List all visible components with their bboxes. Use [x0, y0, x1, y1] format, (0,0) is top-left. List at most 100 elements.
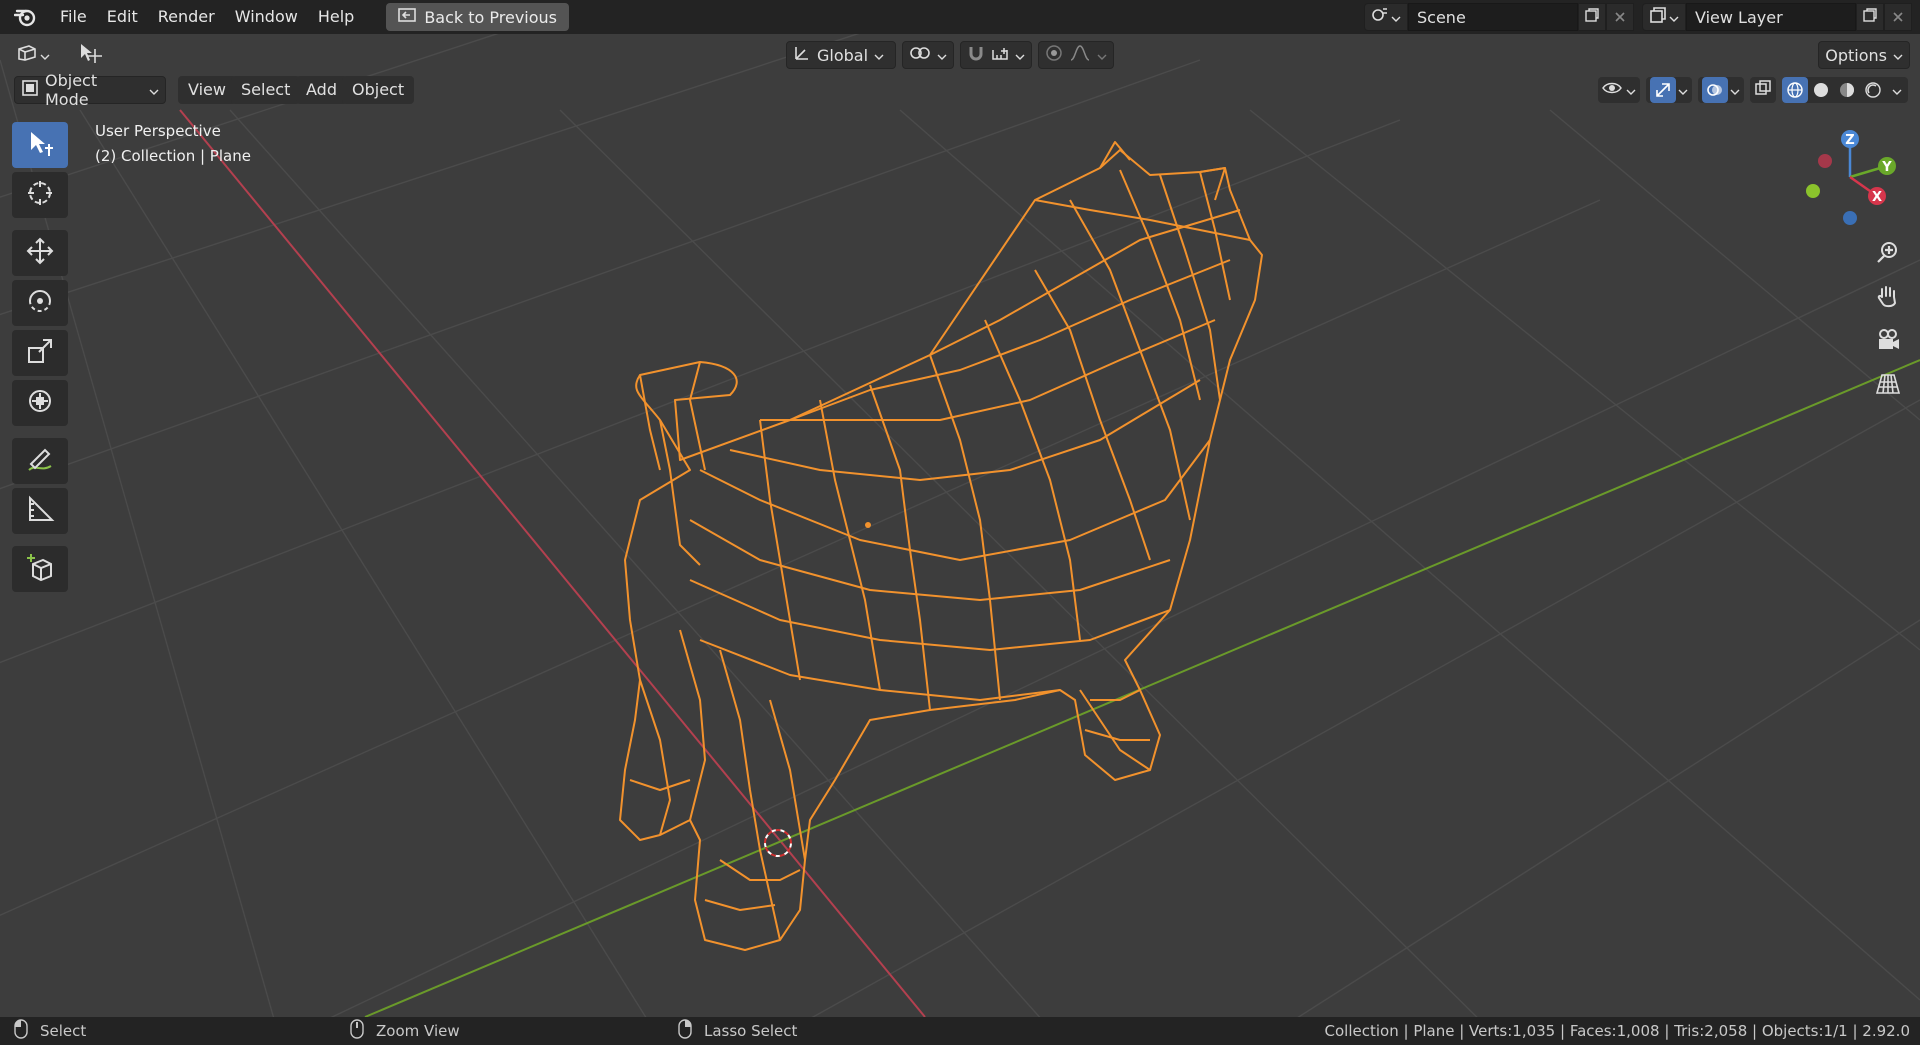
close-icon: [1614, 8, 1626, 27]
object-gizmo-toggle[interactable]: [72, 42, 108, 68]
scale-icon: [25, 336, 55, 370]
scene-browse-button[interactable]: [1364, 3, 1408, 31]
mode-label: Object Mode: [45, 71, 98, 109]
overlays-toggle[interactable]: [1698, 77, 1744, 103]
menu-object[interactable]: Object: [342, 76, 415, 104]
chevron-down-icon: [937, 46, 947, 65]
scene-name-field[interactable]: Scene: [1408, 3, 1578, 31]
neg-y-axis-dot[interactable]: [1806, 184, 1820, 198]
camera-view-button[interactable]: [1870, 324, 1906, 360]
view-layer-selector: View Layer: [1642, 3, 1912, 31]
hand-icon: [1875, 283, 1901, 313]
mouse-left-icon: [14, 1019, 28, 1043]
chevron-down-icon: [1391, 8, 1401, 27]
z-axis-label: Z: [1845, 133, 1854, 148]
xray-toggle[interactable]: [1750, 77, 1776, 103]
chevron-down-icon: [1015, 46, 1025, 65]
selectability-visibility-dropdown[interactable]: [1598, 77, 1640, 103]
annotate-pencil-icon: [25, 444, 55, 478]
status-lasso-label: Lasso Select: [704, 1022, 798, 1040]
blender-logo-icon[interactable]: [0, 0, 50, 34]
menu-file[interactable]: File: [50, 0, 97, 34]
gizmo-icon: [1650, 77, 1676, 103]
back-to-previous-button[interactable]: Back to Previous: [386, 3, 570, 31]
viewport-header: Object Mode View Select Add Object: [0, 71, 1920, 109]
tool-scale[interactable]: [12, 330, 68, 376]
chevron-down-icon: [1669, 8, 1679, 27]
viewport-display-controls: [1598, 76, 1908, 104]
scene-icon: [1371, 6, 1389, 28]
menu-select[interactable]: Select: [231, 76, 301, 104]
tool-annotate[interactable]: [12, 438, 68, 484]
move-icon: [25, 236, 55, 270]
object-origin: [865, 522, 871, 528]
zoom-icon: [1875, 239, 1901, 269]
editor-type-selector[interactable]: [10, 42, 56, 68]
view-layer-name-field[interactable]: View Layer: [1686, 3, 1856, 31]
proportional-editing-icon: [1045, 44, 1063, 66]
delete-scene-button[interactable]: [1606, 3, 1634, 31]
wireframe-shading-icon[interactable]: [1782, 77, 1808, 103]
select-box-icon: [25, 128, 55, 162]
status-left-action: Select: [14, 1017, 86, 1045]
chevron-down-icon[interactable]: [1886, 81, 1908, 100]
chevron-down-icon: [40, 46, 50, 65]
tool-rotate[interactable]: [12, 280, 68, 326]
options-dropdown[interactable]: Options: [1818, 41, 1910, 69]
proportional-editing-group[interactable]: [1038, 41, 1114, 69]
toggle-projection-button[interactable]: [1870, 368, 1906, 404]
view-layer-browse-button[interactable]: [1642, 3, 1686, 31]
navigation-gizmo[interactable]: Z Y X: [1800, 122, 1920, 232]
zoom-view-button[interactable]: [1870, 236, 1906, 272]
camera-icon: [1875, 327, 1901, 357]
shading-mode-group: [1782, 77, 1908, 103]
menu-help[interactable]: Help: [308, 0, 364, 34]
tool-add-cube[interactable]: [12, 546, 68, 592]
material-preview-icon[interactable]: [1834, 77, 1860, 103]
scene-statistics: Collection | Plane | Verts:1,035 | Faces…: [1324, 1022, 1910, 1040]
snap-increment-icon: [991, 44, 1009, 66]
render-layers-icon: [1649, 6, 1667, 28]
overlays-icon: [1702, 77, 1728, 103]
status-right-action: Lasso Select: [678, 1017, 797, 1045]
neg-x-axis-dot[interactable]: [1818, 154, 1832, 168]
mouse-right-icon: [678, 1019, 692, 1043]
menu-window[interactable]: Window: [225, 0, 308, 34]
viewport-canvas[interactable]: [0, 0, 1920, 1045]
snap-toggle-group[interactable]: [960, 41, 1032, 69]
pivot-point-dropdown[interactable]: [902, 41, 954, 69]
transform-settings-group: Global: [786, 41, 1114, 69]
menu-add[interactable]: Add: [296, 76, 347, 104]
tool-cursor[interactable]: [12, 172, 68, 218]
copy-icon: [1862, 7, 1878, 27]
back-icon: [398, 7, 417, 27]
new-view-layer-button[interactable]: [1856, 3, 1884, 31]
neg-z-axis-dot[interactable]: [1843, 211, 1857, 225]
pan-view-button[interactable]: [1870, 280, 1906, 316]
solid-shading-icon[interactable]: [1808, 77, 1834, 103]
new-scene-button[interactable]: [1578, 3, 1606, 31]
gizmo-toggle[interactable]: [1646, 77, 1692, 103]
tool-move[interactable]: [12, 230, 68, 276]
falloff-curve-icon: [1069, 44, 1091, 66]
options-label: Options: [1825, 45, 1887, 65]
add-cube-icon: [25, 552, 55, 586]
3d-viewport-icon: [16, 43, 38, 67]
menu-view[interactable]: View: [178, 76, 236, 104]
back-button-label: Back to Previous: [424, 7, 558, 27]
menu-render[interactable]: Render: [148, 0, 225, 34]
transform-orientation-dropdown[interactable]: Global: [786, 41, 896, 69]
copy-icon: [1584, 7, 1600, 27]
delete-view-layer-button[interactable]: [1884, 3, 1912, 31]
interaction-mode-dropdown[interactable]: Object Mode: [14, 71, 166, 109]
view-perspective-label: User Perspective: [95, 122, 221, 140]
status-select-label: Select: [40, 1022, 87, 1040]
menu-edit[interactable]: Edit: [97, 0, 148, 34]
tool-transform[interactable]: [12, 380, 68, 426]
orientation-label: Global: [817, 45, 869, 65]
tool-measure[interactable]: [12, 488, 68, 534]
rendered-shading-icon[interactable]: [1860, 77, 1886, 103]
tool-select-box[interactable]: [12, 122, 68, 168]
tool-shelf: [12, 122, 70, 596]
y-axis-label: Y: [1881, 160, 1892, 175]
